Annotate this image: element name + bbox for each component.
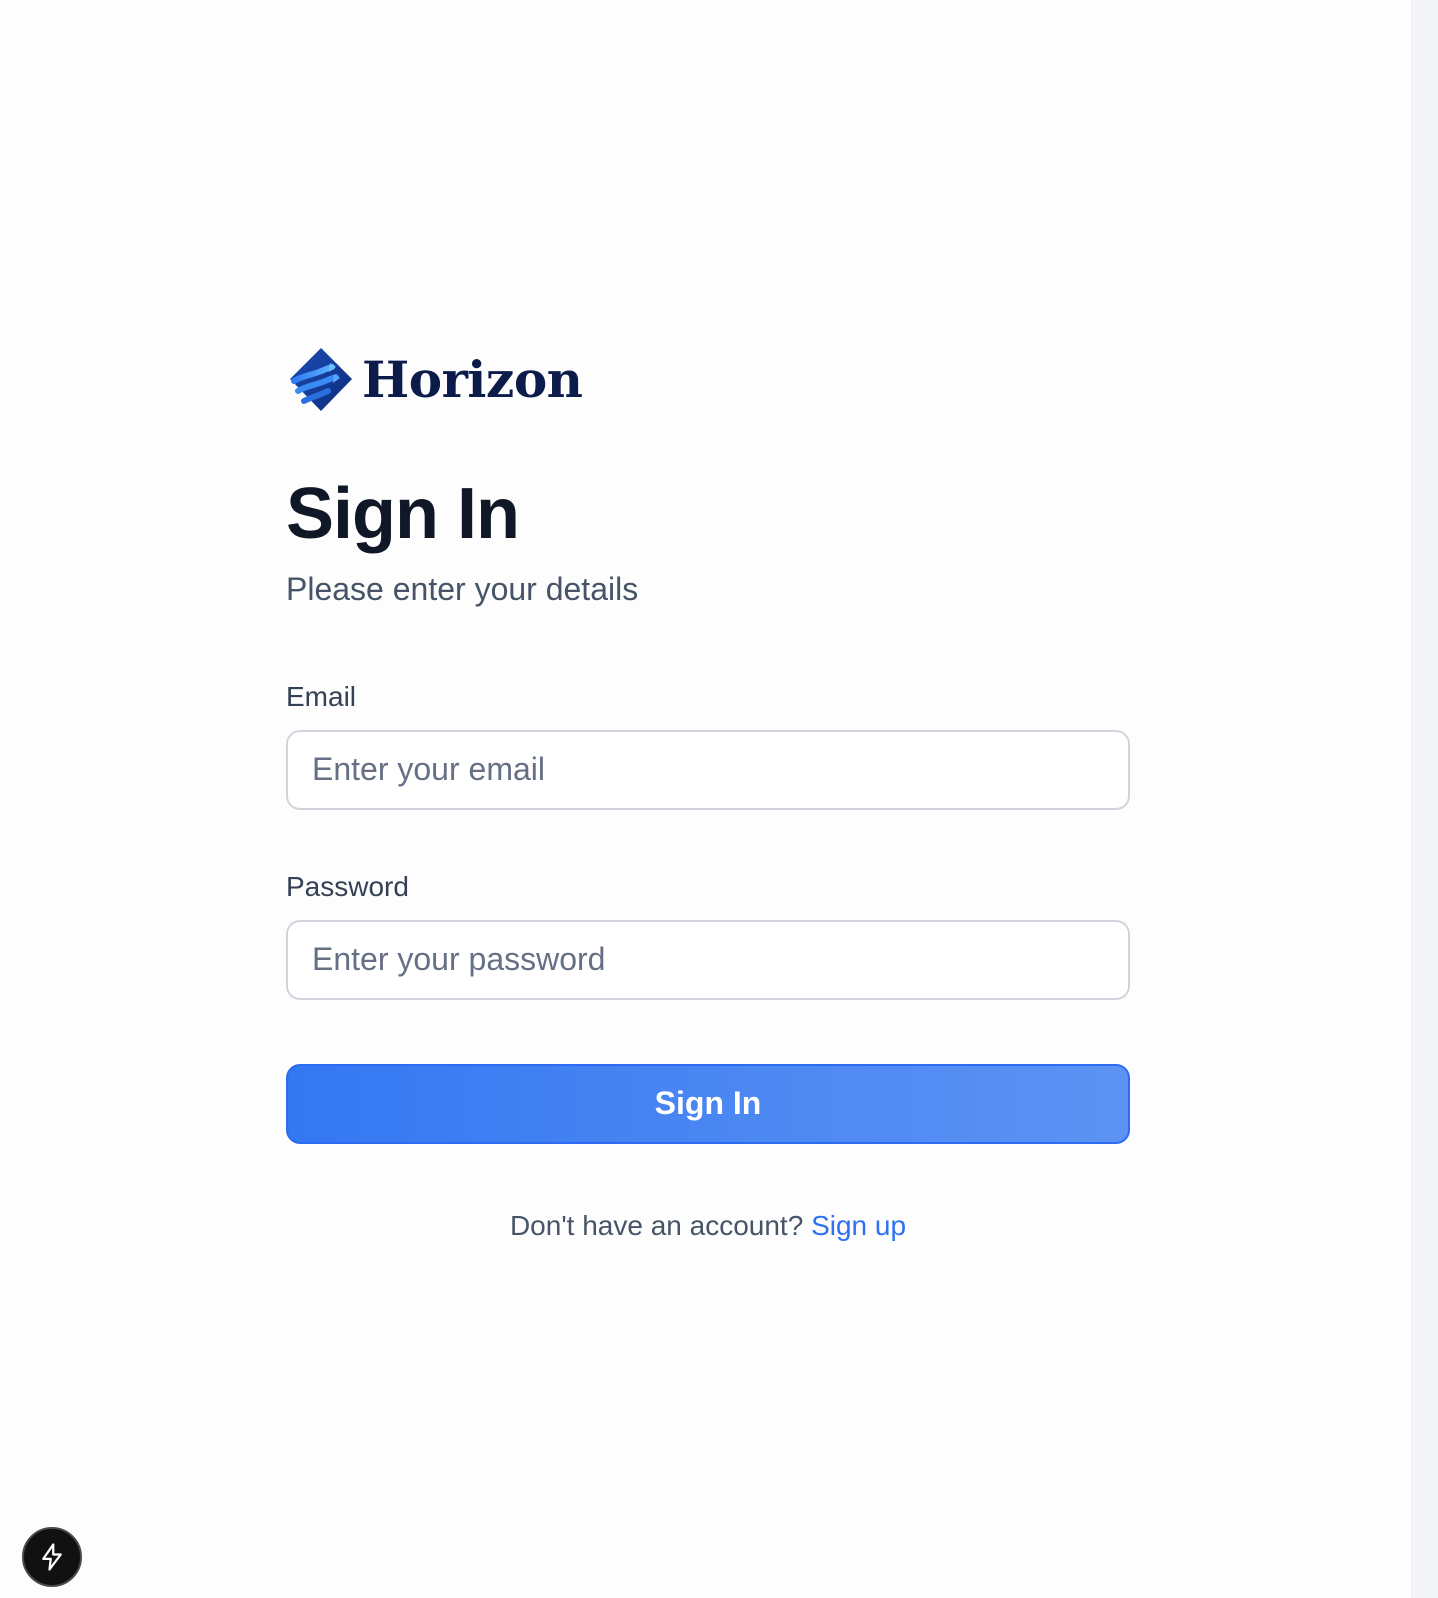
signup-prompt: Don't have an account? Sign up [286,1210,1130,1242]
horizon-logo-icon [290,348,352,411]
email-input[interactable] [286,729,1130,810]
window-edge-strip [1411,0,1438,1598]
signup-prompt-text: Don't have an account? [509,1209,804,1241]
password-field-group: Password [286,870,1130,1000]
password-input[interactable] [286,919,1130,1000]
sign-up-link[interactable]: Sign up [811,1210,906,1241]
page-title: Sign In [286,474,520,554]
brand-logo[interactable]: Horizon [286,344,1130,416]
password-label: Password [286,870,409,902]
email-field-group: Email [286,680,1130,810]
page-subtitle: Please enter your details [286,571,639,607]
dev-tools-button[interactable] [22,1527,82,1587]
sign-in-panel: Horizon Sign In Please enter your detail… [286,344,1130,1242]
email-label: Email [286,681,357,713]
brand-name: Horizon [362,350,583,409]
lightning-bolt-icon [42,1543,62,1571]
sign-in-button[interactable]: Sign In [286,1063,1130,1144]
